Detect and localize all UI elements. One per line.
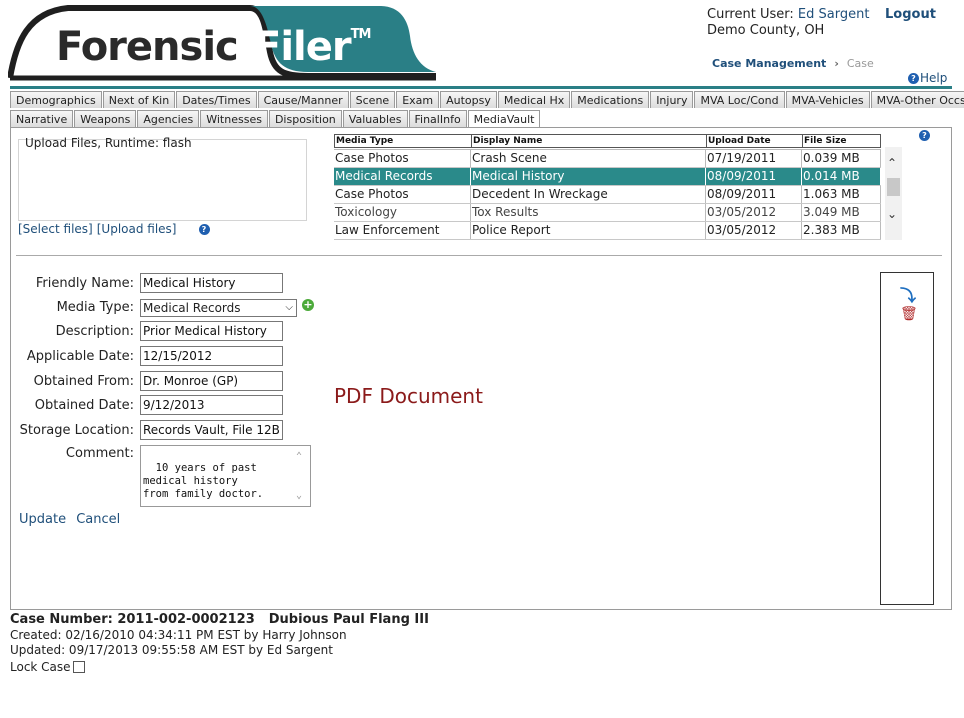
logo-text-forensic: Forensic [56,24,239,70]
comment-label: Comment: [65,446,134,461]
table-row[interactable]: Case Photos Decedent In Wreckage 08/09/2… [334,186,881,204]
friendly-name-field[interactable]: Medical History [140,273,283,293]
tab-row-1: Demographics Next of Kin Dates/Times Cau… [10,91,964,108]
preview-text: PDF Document [334,384,483,408]
tab-injury[interactable]: Injury [650,91,694,108]
case-header: Case Number: 2011-002-0002123 Dubious Pau… [10,612,429,627]
created-info: Created: 02/16/2010 04:34:11 PM EST by H… [10,628,347,642]
user-name: Ed Sargent [797,7,870,22]
tab-valuables[interactable]: Valuables [342,110,408,127]
storage-location-field[interactable]: Records Vault, File 12B [140,420,283,440]
table-row[interactable]: Law Enforcement Police Report 03/05/2012… [334,222,881,240]
add-icon[interactable]: + [302,299,314,311]
lock-case: Lock Case [10,660,85,674]
help-icon[interactable]: ? [198,223,210,235]
textarea-scrollbar[interactable]: ⌃ ⌄ [296,448,308,504]
logout-link[interactable]: Logout [885,7,936,22]
update-button[interactable]: Update [19,512,66,527]
media-grid: Media Type Display Name Upload Date File… [334,134,881,240]
case-name: Dubious Paul Flang III [268,612,429,627]
storage-location-label: Storage Location: [19,423,134,438]
table-row-selected[interactable]: Medical Records Medical History 08/09/20… [334,168,881,186]
tab-agencies[interactable]: Agencies [137,110,200,127]
help-icon[interactable]: ? [919,130,930,141]
tab-next-of-kin[interactable]: Next of Kin [102,91,176,108]
media-actions-panel: ⤵ 🗑 [880,272,934,605]
table-row[interactable]: Case Photos Crash Scene 07/19/2011 0.039… [334,150,881,168]
download-icon[interactable]: ⤵ [900,282,916,306]
media-type-select[interactable]: Medical Records ⌵ [140,299,297,317]
lock-case-label: Lock Case [10,660,71,674]
table-row[interactable]: Toxicology Tox Results 03/05/2012 3.049 … [334,204,881,222]
delete-icon[interactable]: 🗑 [900,306,918,322]
col-media-type[interactable]: Media Type [334,134,471,148]
tab-narrative[interactable]: Narrative [10,110,74,127]
case-number: Case Number: 2011-002-0002123 [10,612,255,627]
logo: Forensic FilerTM [7,2,440,82]
county-label: Demo County, OH [707,23,825,38]
tab-demographics[interactable]: Demographics [10,91,102,108]
upload-area[interactable] [18,139,307,221]
grid-scrollbar[interactable]: ⌃ ⌄ [885,147,902,240]
current-user: Current User: Ed Sargent [707,7,870,22]
tab-weapons[interactable]: Weapons [74,110,137,127]
applicable-date-field[interactable]: 12/15/2012 [140,346,283,366]
tab-scene[interactable]: Scene [349,91,396,108]
comment-textarea[interactable]: 10 years of past medical history from fa… [140,445,311,507]
grid-header: Media Type Display Name Upload Date File… [334,134,881,148]
tab-witnesses[interactable]: Witnesses [200,110,268,127]
obtained-from-label: Obtained From: [33,374,134,389]
chevron-down-icon[interactable]: ⌄ [887,207,897,221]
description-field[interactable]: Prior Medical History [140,321,283,341]
col-display-name[interactable]: Display Name [471,134,706,148]
obtained-date-label: Obtained Date: [34,398,134,413]
friendly-name-label: Friendly Name: [35,276,134,291]
select-files-link[interactable]: [Select files] [18,222,93,236]
media-type-label: Media Type: [56,300,134,315]
lock-case-checkbox[interactable] [72,661,85,673]
cancel-button[interactable]: Cancel [76,512,120,527]
tab-disposition[interactable]: Disposition [268,110,342,127]
header-rule [10,86,952,89]
description-label: Description: [55,324,134,339]
col-upload-date[interactable]: Upload Date [706,134,802,148]
chevron-up-icon[interactable]: ⌃ [887,156,897,170]
help-icon: ? [908,72,919,84]
tab-mva-other-occs[interactable]: MVA-Other Occs [870,91,964,108]
tab-cause-manner[interactable]: Cause/Manner [257,91,349,108]
tab-finalinfo[interactable]: FinalInfo [408,110,467,127]
tab-dates-times[interactable]: Dates/Times [176,91,257,108]
scrollbar-thumb[interactable] [887,178,900,196]
upload-runtime-text: Upload Files, Runtime: flash [25,136,192,150]
breadcrumb: Case Management › Case [712,57,874,70]
updated-info: Updated: 09/17/2013 09:55:58 AM EST by E… [10,643,333,657]
tab-autopsy[interactable]: Autopsy [440,91,497,108]
tab-medical-hx[interactable]: Medical Hx [497,91,571,108]
chevron-down-icon: ⌵ [285,302,293,313]
form-actions: Update Cancel [19,512,120,527]
obtained-from-field[interactable]: Dr. Monroe (GP) [140,371,283,391]
help-link[interactable]: ? Help [908,71,947,85]
col-file-size[interactable]: File Size [802,134,881,148]
tab-mva-vehicles[interactable]: MVA-Vehicles [785,91,870,108]
tab-exam[interactable]: Exam [396,91,440,108]
logo-text-filer: FilerTM [254,24,371,70]
breadcrumb-case-management[interactable]: Case Management [712,57,826,70]
section-divider [16,255,942,256]
tab-medications[interactable]: Medications [571,91,650,108]
upload-links: [Select files] [Upload files] ? [18,222,210,236]
obtained-date-field[interactable]: 9/12/2013 [140,395,283,415]
tab-mva-loc-cond[interactable]: MVA Loc/Cond [694,91,785,108]
upload-files-link[interactable]: [Upload files] [97,222,177,236]
breadcrumb-case: Case [846,57,874,70]
applicable-date-label: Applicable Date: [26,349,134,364]
